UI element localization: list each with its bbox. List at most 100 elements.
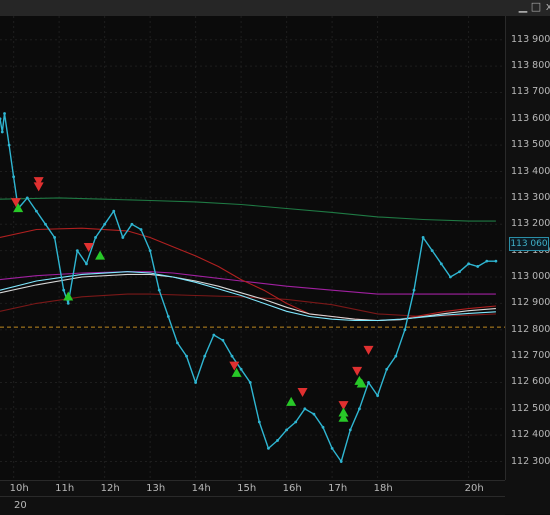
series-ema_cyan-line [0, 271, 496, 322]
price-point [467, 262, 471, 266]
price-point [203, 354, 207, 358]
price-tick-label: 113 400 [511, 165, 550, 177]
price-point [53, 236, 56, 239]
price-point [94, 236, 97, 239]
price-tick-label: 112 700 [511, 350, 550, 362]
price-point [403, 328, 407, 332]
price-point [385, 367, 389, 371]
price-point [339, 460, 343, 463]
price-point [439, 262, 443, 266]
price-tick-label: 112 300 [511, 455, 550, 467]
price-point [485, 259, 489, 263]
price-point [239, 367, 243, 371]
price-point [3, 112, 6, 115]
price-point [494, 259, 498, 263]
price-point [85, 262, 88, 266]
price-point [194, 381, 198, 384]
price-point [376, 394, 380, 398]
price-point [321, 425, 325, 429]
buy-signal-arrow [286, 396, 297, 406]
price-point [476, 265, 480, 268]
window-titlebar: ▁ □ x [0, 0, 550, 17]
price-point [330, 446, 334, 450]
restore-icon[interactable]: □ [530, 1, 542, 13]
time-tick-label: 14h [191, 483, 211, 494]
time-tick-label: 12h [100, 483, 120, 494]
price-point [121, 236, 125, 239]
price-point [139, 228, 143, 231]
time-tick-label: 16h [282, 483, 302, 494]
axis-corner [505, 480, 550, 514]
price-point [185, 354, 188, 358]
series-ma_green-line [0, 197, 496, 222]
date-label: 20 [14, 500, 27, 511]
price-tick-label: 112 500 [511, 402, 550, 414]
price-point [25, 196, 29, 200]
price-point [230, 354, 234, 358]
price-point [75, 249, 79, 253]
time-tick-label: 13h [146, 483, 166, 494]
price-tick-label: 113 900 [511, 33, 550, 45]
time-tick-label: 18h [373, 483, 393, 494]
price-point [394, 354, 398, 358]
price-point [130, 222, 134, 226]
price-point [276, 439, 279, 442]
price-point [257, 420, 261, 424]
price-point [430, 249, 434, 253]
price-tick-label: 113 600 [511, 112, 550, 124]
buy-signal-arrow [95, 250, 106, 260]
price-tick-label: 113 800 [511, 60, 550, 72]
price-point [148, 249, 152, 253]
minimize-icon[interactable]: ▁ [517, 1, 529, 13]
sell-signal-arrow [352, 366, 363, 376]
close-icon[interactable]: x [543, 1, 550, 13]
price-point [157, 288, 161, 292]
price-point [7, 143, 11, 147]
price-point [449, 275, 452, 279]
price-point [421, 236, 425, 239]
price-point [367, 381, 370, 384]
price-point [103, 222, 107, 226]
current-price-tag: 113 060 [509, 237, 549, 251]
price-tick-label: 113 700 [511, 86, 550, 98]
sell-signal-arrow [363, 345, 374, 355]
sell-signal-arrow [229, 361, 240, 371]
price-tick-label: 112 400 [511, 429, 550, 441]
time-tick-label: 17h [328, 483, 348, 494]
sell-signal-arrow [33, 182, 44, 192]
price-point [303, 407, 307, 411]
price-point [248, 381, 252, 384]
price-point [112, 209, 116, 213]
price-point [12, 175, 16, 179]
price-point [267, 446, 270, 450]
price-point [62, 288, 66, 292]
price-tick-label: 112 900 [511, 297, 550, 309]
price-point [348, 428, 352, 432]
time-tick-label: 20h [464, 483, 484, 494]
price-tick-label: 113 000 [511, 271, 550, 282]
price-point [166, 315, 170, 318]
price-point [458, 270, 461, 274]
price-point [44, 222, 47, 226]
price-point [0, 130, 4, 134]
price-point [358, 407, 361, 411]
time-tick-label: 10h [9, 483, 29, 494]
price-tick-label: 113 200 [511, 218, 550, 230]
price-point [34, 209, 38, 213]
price-tick-label: 112 600 [511, 376, 550, 388]
price-point [176, 341, 179, 345]
series-ma_red-line [0, 227, 496, 322]
time-tick-label: 11h [55, 483, 75, 494]
price-point [294, 420, 298, 424]
price-point [312, 412, 316, 416]
time-tick-label: 15h [237, 483, 257, 494]
price-point [66, 301, 70, 305]
price-point [412, 288, 416, 292]
price-point [0, 117, 2, 121]
price-point [221, 338, 225, 342]
date-bar: 20 [0, 496, 505, 515]
price-tick-label: 113 300 [511, 191, 550, 203]
price-chart[interactable] [0, 16, 505, 480]
price-tick-label: 112 800 [511, 323, 550, 335]
price-point [285, 428, 289, 432]
